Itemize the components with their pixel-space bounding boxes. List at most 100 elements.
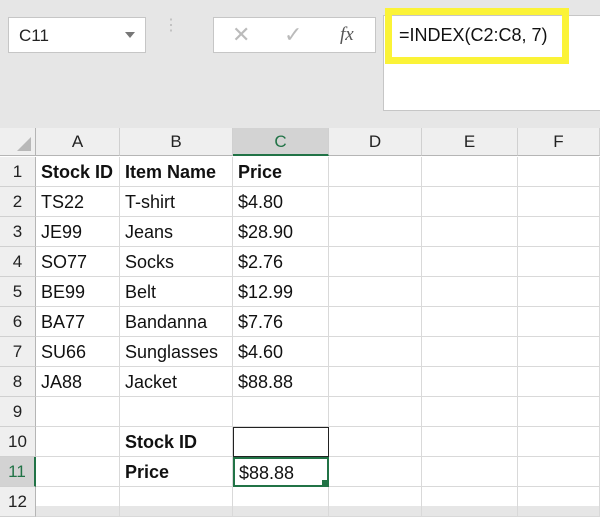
cell-d5[interactable] — [329, 277, 422, 307]
cell-c4[interactable]: $2.76 — [233, 247, 329, 277]
cell-a9[interactable] — [36, 397, 120, 427]
cell-c5[interactable]: $12.99 — [233, 277, 329, 307]
cell-e10[interactable] — [422, 427, 518, 457]
cell-b11[interactable]: Price — [120, 457, 233, 487]
row-header-6[interactable]: 6 — [0, 307, 36, 337]
select-all-button[interactable] — [0, 128, 36, 156]
cell-a4[interactable]: SO77 — [36, 247, 120, 277]
cell-b10[interactable]: Stock ID — [120, 427, 233, 457]
cell-a5[interactable]: BE99 — [36, 277, 120, 307]
column-header-f[interactable]: F — [518, 128, 600, 156]
row-header-8[interactable]: 8 — [0, 367, 36, 397]
cell-f7[interactable] — [518, 337, 600, 367]
cell-b3[interactable]: Jeans — [120, 217, 233, 247]
row-header-2[interactable]: 2 — [0, 187, 36, 217]
cell-a8[interactable]: JA88 — [36, 367, 120, 397]
cell-a12[interactable] — [36, 487, 120, 517]
cell-f3[interactable] — [518, 217, 600, 247]
column-header-d[interactable]: D — [329, 128, 422, 156]
cell-c12[interactable] — [233, 487, 329, 517]
cell-e3[interactable] — [422, 217, 518, 247]
cell-c6[interactable]: $7.76 — [233, 307, 329, 337]
cell-d10[interactable] — [329, 427, 422, 457]
row-header-5[interactable]: 5 — [0, 277, 36, 307]
cell-b4[interactable]: Socks — [120, 247, 233, 277]
column-header-b[interactable]: B — [120, 128, 233, 156]
cell-e2[interactable] — [422, 187, 518, 217]
cell-d8[interactable] — [329, 367, 422, 397]
column-header-a[interactable]: A — [36, 128, 120, 156]
formula-buttons: ✕ ✓ fx — [213, 17, 376, 53]
cell-c8[interactable]: $88.88 — [233, 367, 329, 397]
cell-d4[interactable] — [329, 247, 422, 277]
row-header-12[interactable]: 12 — [0, 487, 36, 517]
cell-b5[interactable]: Belt — [120, 277, 233, 307]
column-header-e[interactable]: E — [422, 128, 518, 156]
row-header-4[interactable]: 4 — [0, 247, 36, 277]
cell-e6[interactable] — [422, 307, 518, 337]
cell-e12[interactable] — [422, 487, 518, 517]
cell-a2[interactable]: TS22 — [36, 187, 120, 217]
cell-d1[interactable] — [329, 157, 422, 187]
cell-b1[interactable]: Item Name — [120, 157, 233, 187]
cell-e8[interactable] — [422, 367, 518, 397]
cell-f9[interactable] — [518, 397, 600, 427]
cell-e11[interactable] — [422, 457, 518, 487]
cell-a1[interactable]: Stock ID — [36, 157, 120, 187]
insert-function-icon[interactable]: fx — [340, 24, 354, 46]
cell-b6[interactable]: Bandanna — [120, 307, 233, 337]
fill-handle[interactable] — [322, 480, 327, 485]
cell-f5[interactable] — [518, 277, 600, 307]
column-header-c[interactable]: C — [233, 128, 329, 156]
formula-text[interactable]: =INDEX(C2:C8, 7) — [399, 25, 548, 46]
cell-d6[interactable] — [329, 307, 422, 337]
cell-e9[interactable] — [422, 397, 518, 427]
cell-a7[interactable]: SU66 — [36, 337, 120, 367]
cell-a11[interactable] — [36, 457, 120, 487]
cell-e7[interactable] — [422, 337, 518, 367]
cell-d9[interactable] — [329, 397, 422, 427]
cell-e5[interactable] — [422, 277, 518, 307]
cell-b12[interactable] — [120, 487, 233, 517]
cell-d12[interactable] — [329, 487, 422, 517]
cell-d7[interactable] — [329, 337, 422, 367]
cell-f8[interactable] — [518, 367, 600, 397]
cell-e4[interactable] — [422, 247, 518, 277]
cell-f2[interactable] — [518, 187, 600, 217]
row-header-7[interactable]: 7 — [0, 337, 36, 367]
cell-f10[interactable] — [518, 427, 600, 457]
cell-a6[interactable]: BA77 — [36, 307, 120, 337]
row-header-11[interactable]: 11 — [0, 457, 36, 487]
cell-d11[interactable] — [329, 457, 422, 487]
enter-icon[interactable]: ✓ — [284, 22, 302, 48]
row-header-10[interactable]: 10 — [0, 427, 36, 457]
cell-a10[interactable] — [36, 427, 120, 457]
cell-b8[interactable]: Jacket — [120, 367, 233, 397]
cell-b9[interactable] — [120, 397, 233, 427]
cell-c2[interactable]: $4.80 — [233, 187, 329, 217]
cell-f12[interactable] — [518, 487, 600, 517]
cell-f6[interactable] — [518, 307, 600, 337]
cell-f1[interactable] — [518, 157, 600, 187]
cell-c3[interactable]: $28.90 — [233, 217, 329, 247]
row-header-1[interactable]: 1 — [0, 157, 36, 187]
cell-d2[interactable] — [329, 187, 422, 217]
cell-e1[interactable] — [422, 157, 518, 187]
row-header-9[interactable]: 9 — [0, 397, 36, 427]
cell-a3[interactable]: JE99 — [36, 217, 120, 247]
name-box[interactable]: C11 — [8, 17, 146, 53]
cell-c7[interactable]: $4.60 — [233, 337, 329, 367]
cell-f11[interactable] — [518, 457, 600, 487]
grip-icon[interactable]: ⋮ — [163, 18, 179, 34]
cell-b2[interactable]: T-shirt — [120, 187, 233, 217]
cancel-icon[interactable]: ✕ — [232, 22, 250, 48]
cell-d3[interactable] — [329, 217, 422, 247]
cell-f4[interactable] — [518, 247, 600, 277]
cell-c10[interactable] — [233, 427, 329, 457]
row-header-3[interactable]: 3 — [0, 217, 36, 247]
chevron-down-icon[interactable] — [125, 32, 135, 38]
cell-c1[interactable]: Price — [233, 157, 329, 187]
cell-b7[interactable]: Sunglasses — [120, 337, 233, 367]
cell-c11[interactable]: $88.88 — [233, 457, 329, 487]
cell-c9[interactable] — [233, 397, 329, 427]
